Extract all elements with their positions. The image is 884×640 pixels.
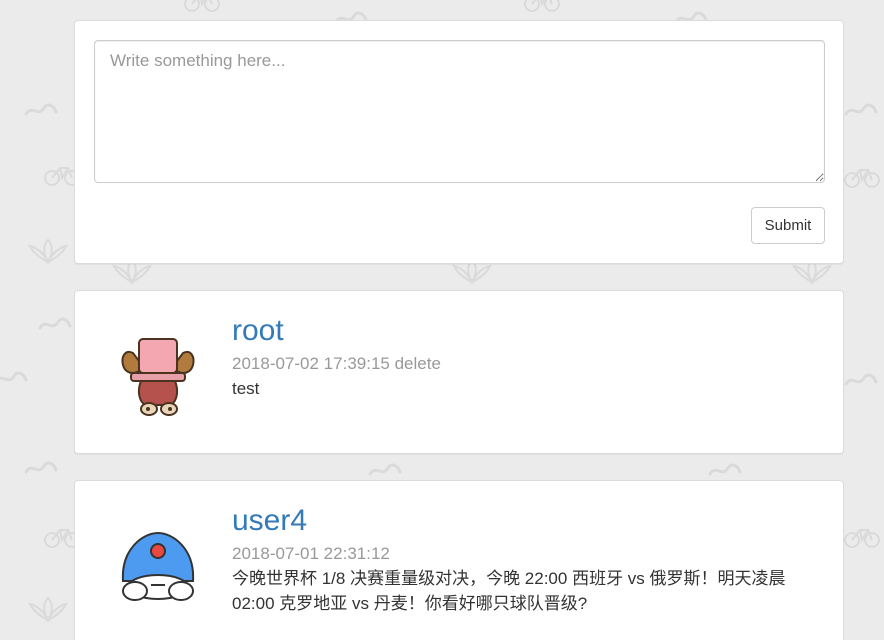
post-username-link[interactable]: user4 [232,503,813,539]
post-body: user4 2018-07-01 22:31:12 今晚世界杯 1/8 决赛重量… [232,503,813,616]
post-content: test [232,379,260,398]
compose-panel: Submit [74,20,844,264]
post-username-link[interactable]: root [232,313,813,349]
post-timestamp: 2018-07-02 17:39:15 [232,354,390,373]
post-timestamp: 2018-07-01 22:31:12 [232,544,390,563]
post-body: root 2018-07-02 17:39:15 delete test [232,313,813,401]
chopper-avatar-icon[interactable] [115,331,201,417]
post-card: user4 2018-07-01 22:31:12 今晚世界杯 1/8 决赛重量… [74,480,844,640]
submit-button[interactable]: Submit [751,207,825,244]
post-card: root 2018-07-02 17:39:15 delete test [74,290,844,454]
post-content: 今晚世界杯 1/8 决赛重量级对决，今晚 22:00 西班牙 vs 俄罗斯！明天… [232,569,786,613]
doraemon-avatar-icon[interactable] [115,525,201,611]
post-meta: 2018-07-02 17:39:15 delete [232,353,813,375]
compose-textarea[interactable] [94,40,825,183]
post-meta: 2018-07-01 22:31:12 [232,543,813,565]
delete-post-link[interactable]: delete [395,354,441,373]
